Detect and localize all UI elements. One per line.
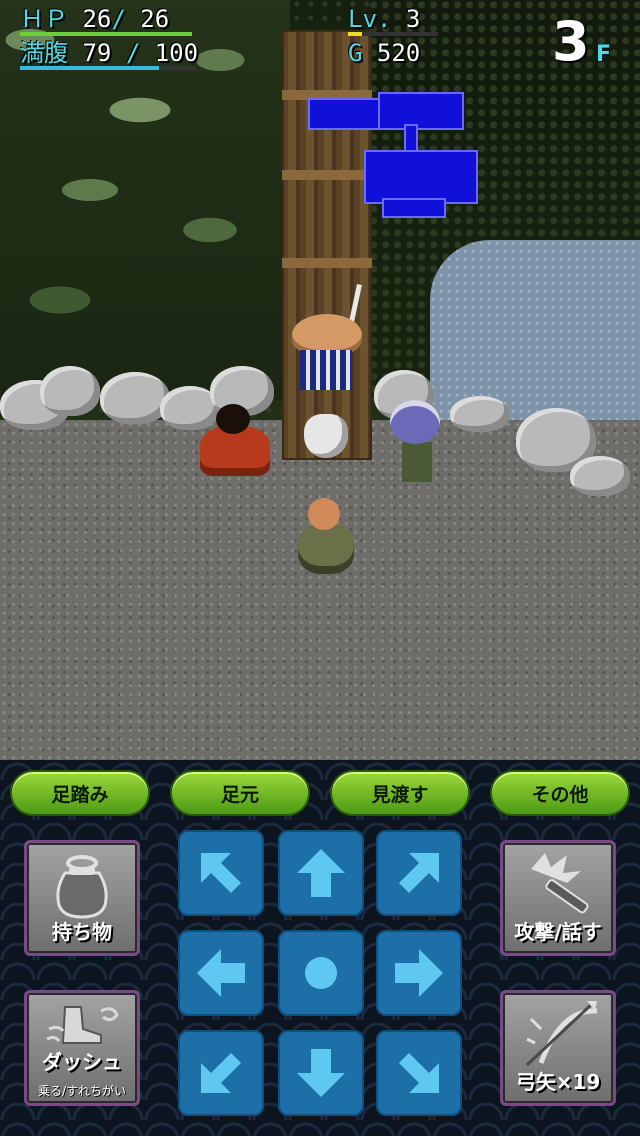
fullness-separator: / xyxy=(125,39,141,67)
dpad-up-left[interactable] xyxy=(178,830,264,916)
dash-button[interactable]: ダッシュ 乗る/すれちがい xyxy=(24,990,140,1106)
dpad-down-right[interactable] xyxy=(376,1030,462,1116)
arrow-up-right-icon xyxy=(399,853,439,893)
arrow-down-left-icon xyxy=(201,1053,241,1093)
underfoot-button[interactable]: 足元 xyxy=(170,770,310,816)
player-head xyxy=(308,498,340,530)
trunk-band xyxy=(282,258,372,268)
xp-bar-fill xyxy=(348,32,362,36)
gold-label: G xyxy=(348,39,363,67)
rock xyxy=(450,396,510,432)
hp-label: ＨＰ xyxy=(20,5,68,33)
hp-bar xyxy=(20,32,192,36)
trunk-band xyxy=(282,170,372,180)
fullness-label: 満腹 xyxy=(20,39,68,67)
dpad-up-right[interactable] xyxy=(376,830,462,916)
dungeon-view[interactable]: ＨＰ 26/ 26 満腹 79 / 100 Lv. 3 G 520 3 F xyxy=(0,0,640,790)
sword-slash-icon xyxy=(531,853,589,914)
pot-item xyxy=(304,414,348,458)
arrow-down-icon xyxy=(297,1049,345,1097)
arrow-up-icon xyxy=(297,849,345,897)
minimap-room xyxy=(308,98,380,130)
pot-icon xyxy=(56,855,108,919)
game-screen: ＨＰ 26/ 26 満腹 79 / 100 Lv. 3 G 520 3 F 足踏… xyxy=(0,0,640,1136)
attack-button[interactable]: 攻撃/話す xyxy=(500,840,616,956)
gold-value: 520 xyxy=(376,39,421,67)
fullness-bar-fill xyxy=(20,66,160,70)
look-around-button[interactable]: 見渡す xyxy=(330,770,470,816)
bow-arrow-icon xyxy=(525,1001,598,1067)
hp-current: 26 xyxy=(82,5,112,33)
level-value: 3 xyxy=(405,5,421,33)
dpad-up[interactable] xyxy=(278,830,364,916)
arrow-down-right-icon xyxy=(399,1053,439,1093)
circle-icon xyxy=(305,957,337,989)
rock xyxy=(100,372,170,424)
xp-bar xyxy=(348,32,438,36)
dash-label: ダッシュ xyxy=(42,1050,122,1074)
arrows-label: 弓矢×19 xyxy=(515,1070,601,1094)
companion-body xyxy=(402,442,432,482)
companion-hair xyxy=(390,400,440,444)
hp-bar-fill xyxy=(20,32,192,36)
hp-max: 26 xyxy=(140,5,170,33)
player-body xyxy=(298,524,354,574)
minimap-room xyxy=(378,92,464,130)
arrow-up-left-icon xyxy=(201,853,241,893)
control-panel: 足踏み 足元 見渡す その他 持ち物 ダッシュ 乗る/すれちがい 攻撃/話す 弓… xyxy=(0,760,640,1136)
tree-trunk xyxy=(282,30,372,460)
inventory-label: 持ち物 xyxy=(52,920,112,944)
step-button[interactable]: 足踏み xyxy=(10,770,150,816)
dpad-down[interactable] xyxy=(278,1030,364,1116)
floor-suffix: F xyxy=(596,42,612,67)
dpad-right[interactable] xyxy=(376,930,462,1016)
hp-readout: ＨＰ 26/ 26 xyxy=(20,6,169,32)
arrows-button[interactable]: 弓矢×19 xyxy=(500,990,616,1106)
rock xyxy=(570,456,630,496)
fullness-readout: 満腹 79 / 100 xyxy=(20,40,198,66)
gold-readout: G 520 xyxy=(348,40,420,66)
fullness-bar xyxy=(20,66,196,70)
other-button[interactable]: その他 xyxy=(490,770,630,816)
dpad-down-left[interactable] xyxy=(178,1030,264,1116)
level-readout: Lv. 3 xyxy=(348,6,420,32)
dash-sublabel: 乗る/すれちがい xyxy=(37,1084,127,1098)
arrow-left-icon xyxy=(197,949,245,997)
inventory-button[interactable]: 持ち物 xyxy=(24,840,140,956)
rock xyxy=(40,366,100,416)
dpad-center[interactable] xyxy=(278,930,364,1016)
merchant-body xyxy=(300,350,352,390)
fullness-current: 79 xyxy=(82,39,112,67)
fullness-max: 100 xyxy=(154,39,199,67)
monk-head xyxy=(216,404,250,434)
level-label: Lv. xyxy=(348,5,392,33)
dpad-left[interactable] xyxy=(178,930,264,1016)
minimap-room xyxy=(364,150,478,204)
stone-floor xyxy=(0,420,640,790)
floor-number: 3 xyxy=(552,10,590,73)
monk-sprite xyxy=(200,404,270,484)
arrow-right-icon xyxy=(395,949,443,997)
attack-label: 攻撃/話す xyxy=(514,920,602,944)
player-sprite xyxy=(294,498,358,578)
minimap-room xyxy=(382,198,446,218)
companion-sprite xyxy=(390,400,446,486)
hp-separator: / xyxy=(111,5,126,33)
